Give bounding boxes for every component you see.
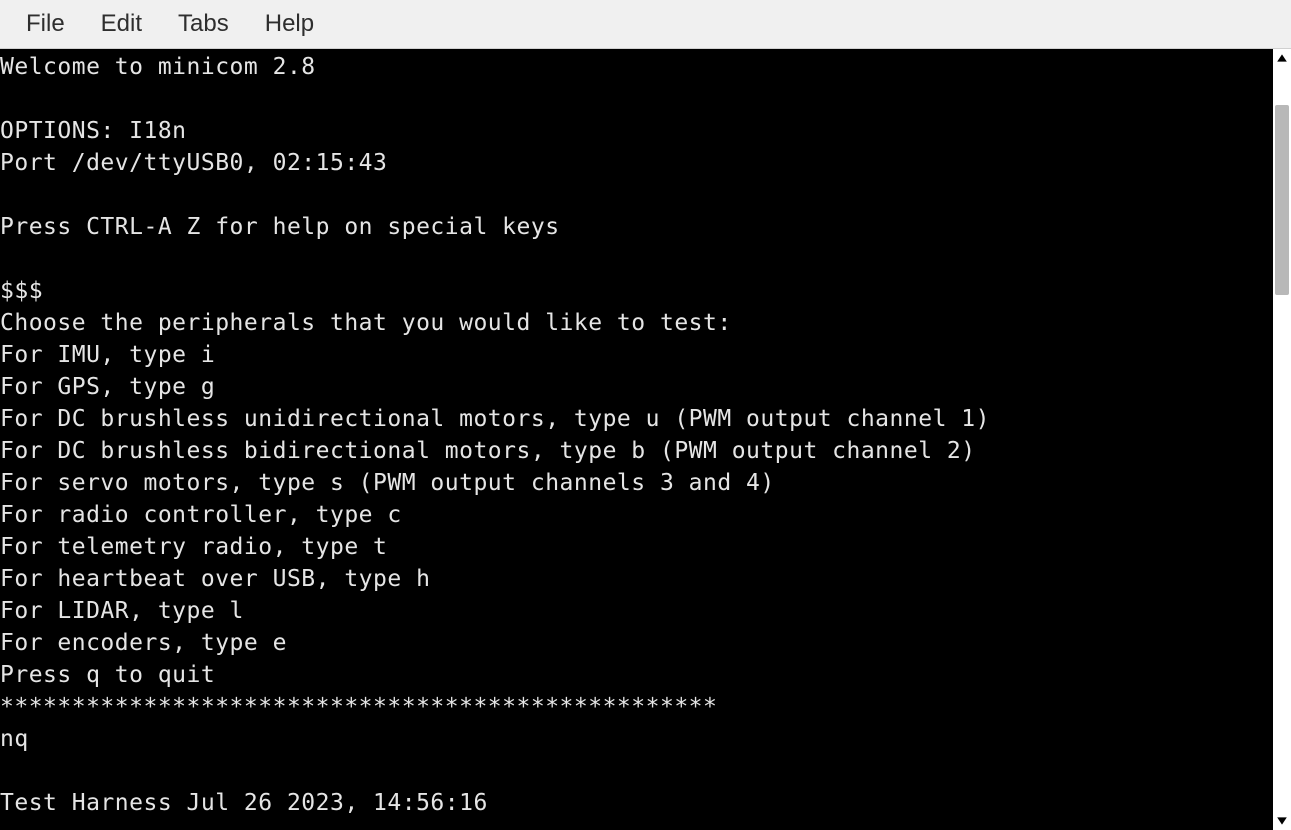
- menu-help[interactable]: Help: [247, 4, 332, 44]
- terminal-container: Welcome to minicom 2.8 OPTIONS: I18nPort…: [0, 48, 1291, 830]
- terminal-line: [0, 243, 1273, 275]
- menu-file[interactable]: File: [8, 4, 83, 44]
- terminal-line: Press CTRL-A Z for help on special keys: [0, 211, 1273, 243]
- terminal-line: [0, 755, 1273, 787]
- terminal-line: For LIDAR, type l: [0, 595, 1273, 627]
- terminal-line: For DC brushless unidirectional motors, …: [0, 403, 1273, 435]
- terminal-line: [0, 179, 1273, 211]
- terminal-line: Port /dev/ttyUSB0, 02:15:43: [0, 147, 1273, 179]
- menubar: File Edit Tabs Help: [0, 0, 1291, 48]
- terminal-line: nq: [0, 723, 1273, 755]
- terminal-line: Test Harness Jul 26 2023, 14:56:16: [0, 787, 1273, 819]
- terminal-line: For DC brushless bidirectional motors, t…: [0, 435, 1273, 467]
- terminal-line: $$$: [0, 275, 1273, 307]
- terminal-line: For encoders, type e: [0, 627, 1273, 659]
- scroll-thumb[interactable]: [1275, 105, 1289, 295]
- scrollbar: [1273, 49, 1291, 830]
- menu-edit[interactable]: Edit: [83, 4, 160, 44]
- terminal[interactable]: Welcome to minicom 2.8 OPTIONS: I18nPort…: [0, 49, 1273, 830]
- terminal-line: For radio controller, type c: [0, 499, 1273, 531]
- terminal-line: ****************************************…: [0, 691, 1273, 723]
- terminal-line: For GPS, type g: [0, 371, 1273, 403]
- scroll-down-arrow-icon[interactable]: [1273, 812, 1291, 830]
- terminal-line: Press q to quit: [0, 659, 1273, 691]
- terminal-line: For servo motors, type s (PWM output cha…: [0, 467, 1273, 499]
- scroll-up-arrow-icon[interactable]: [1273, 49, 1291, 67]
- terminal-line: OPTIONS: I18n: [0, 115, 1273, 147]
- menu-tabs[interactable]: Tabs: [160, 4, 247, 44]
- terminal-line: For heartbeat over USB, type h: [0, 563, 1273, 595]
- scroll-track[interactable]: [1273, 67, 1291, 812]
- terminal-line: Choose the peripherals that you would li…: [0, 307, 1273, 339]
- terminal-line: [0, 83, 1273, 115]
- terminal-line: For telemetry radio, type t: [0, 531, 1273, 563]
- terminal-line: Welcome to minicom 2.8: [0, 51, 1273, 83]
- terminal-line: For IMU, type i: [0, 339, 1273, 371]
